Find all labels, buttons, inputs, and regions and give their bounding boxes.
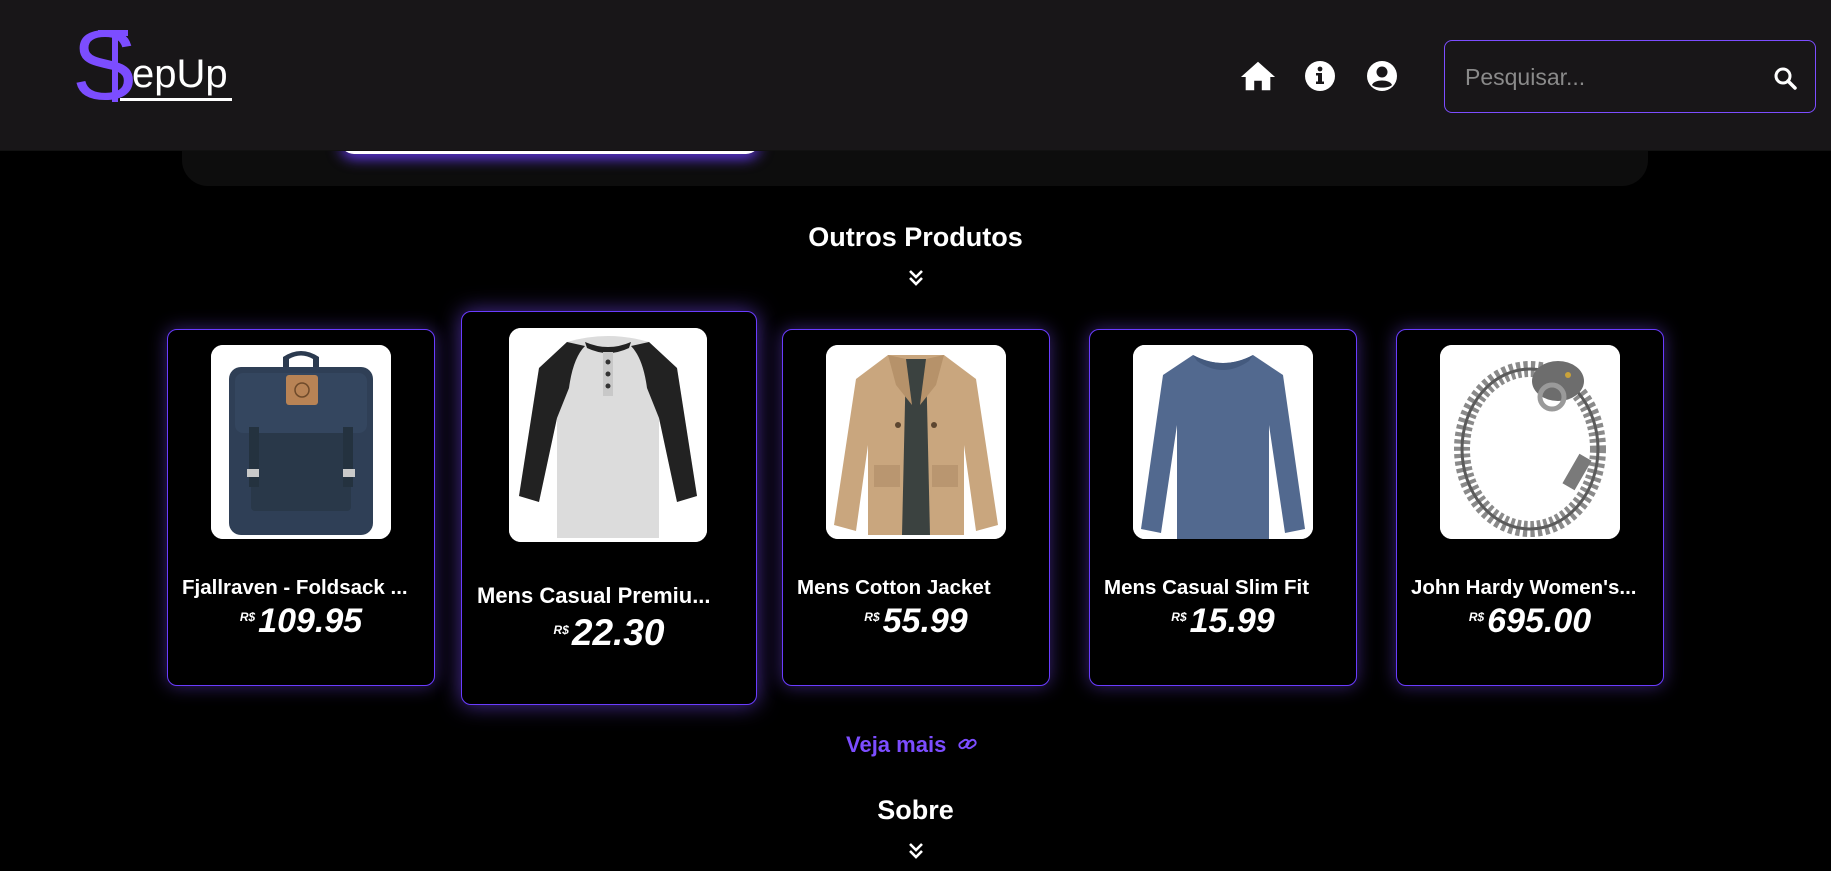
product-card[interactable]: Mens Casual Slim Fit R$15.99: [1089, 329, 1357, 686]
currency-symbol: R$: [239, 610, 256, 624]
search-box: [1444, 40, 1816, 113]
product-price-value: 109.95: [258, 602, 363, 640]
user-circle-icon[interactable]: [1364, 58, 1400, 94]
product-image-bracelet: [1440, 345, 1620, 539]
product-price: R$695.00: [1397, 602, 1663, 641]
logo-text: epUp: [132, 52, 228, 96]
stepup-logo[interactable]: S epUp: [72, 16, 242, 116]
product-image-long-sleeve-shirt: [1133, 345, 1313, 539]
currency-symbol: R$: [553, 623, 569, 637]
product-price-value: 15.99: [1189, 602, 1275, 640]
search-icon[interactable]: [1770, 63, 1800, 93]
logo-t-stem: [112, 30, 118, 102]
product-price: R$15.99: [1090, 602, 1356, 641]
product-price-value: 695.00: [1487, 602, 1592, 640]
other-products-title: Outros Produtos: [808, 222, 1023, 252]
product-name: Fjallraven - Foldsack ...: [182, 576, 408, 599]
product-name: John Hardy Women's...: [1411, 576, 1637, 599]
site-header: S epUp: [0, 0, 1831, 151]
double-chevron-down-icon: [0, 268, 1831, 291]
double-chevron-down-icon: [0, 841, 1831, 864]
about-title: Sobre: [877, 795, 954, 825]
product-price: R$22.30: [462, 612, 756, 654]
product-price: R$55.99: [783, 602, 1049, 641]
product-card[interactable]: Mens Cotton Jacket R$55.99: [782, 329, 1050, 686]
link-icon: [958, 732, 978, 758]
product-name: Mens Cotton Jacket: [797, 576, 991, 599]
product-card[interactable]: Mens Casual Premiu... R$22.30: [461, 311, 757, 705]
product-image-raglan-shirt: [509, 328, 707, 542]
currency-symbol: R$: [1171, 610, 1187, 624]
currency-symbol: R$: [864, 610, 880, 624]
see-more-label: Veja mais: [846, 732, 947, 757]
currency-symbol: R$: [1468, 610, 1485, 624]
product-price-value: 55.99: [882, 602, 968, 640]
search-input[interactable]: [1465, 59, 1755, 95]
home-icon[interactable]: [1240, 58, 1276, 94]
product-name: Mens Casual Slim Fit: [1104, 576, 1310, 599]
product-card[interactable]: Fjallraven - Foldsack ... R$109.95: [167, 329, 435, 686]
product-price-value: 22.30: [571, 612, 665, 653]
see-more-link[interactable]: Veja mais: [846, 730, 986, 760]
product-image-jacket: [826, 345, 1006, 539]
product-price: R$109.95: [168, 602, 434, 641]
product-image-backpack: [211, 345, 391, 539]
info-icon[interactable]: [1302, 58, 1338, 94]
product-card[interactable]: John Hardy Women's... R$695.00: [1396, 329, 1664, 686]
product-name: Mens Casual Premiu...: [477, 583, 711, 608]
logo-underline: [120, 98, 232, 101]
nav-icons: [1240, 54, 1400, 98]
